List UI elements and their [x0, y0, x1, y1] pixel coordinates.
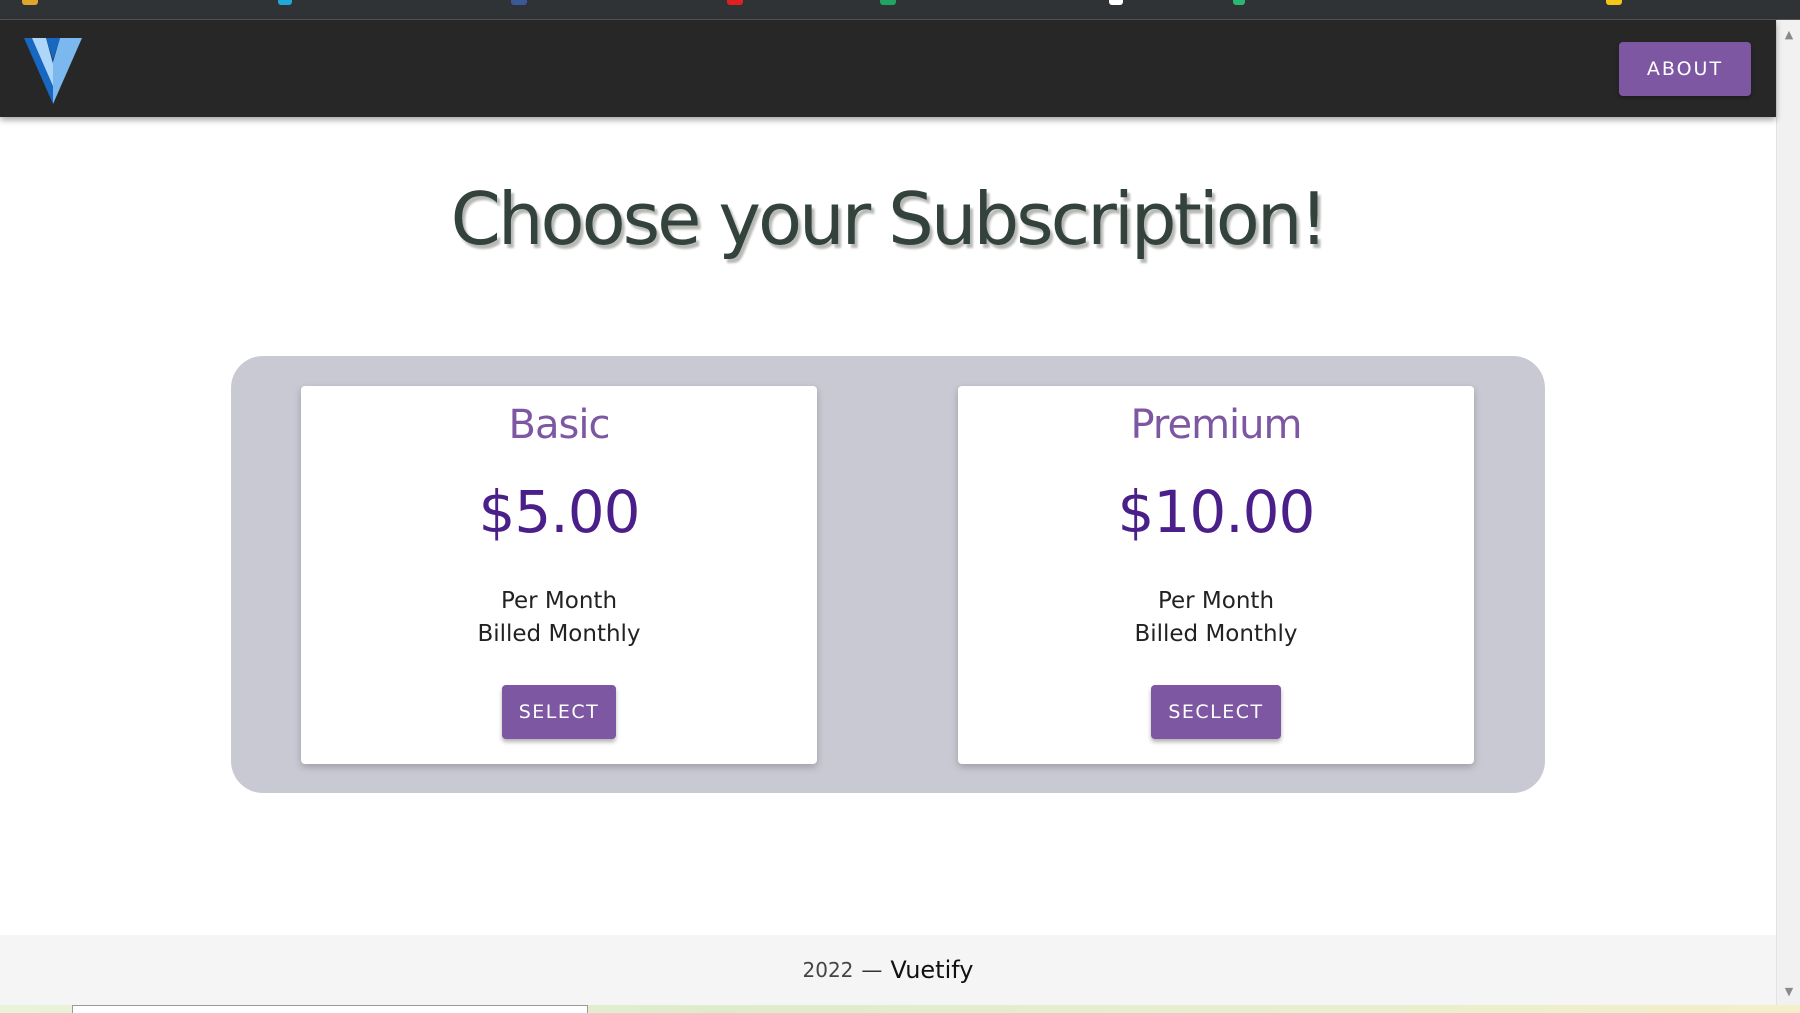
- plan-price: $10.00: [1117, 478, 1316, 546]
- plan-billing: Billed Monthly: [1134, 621, 1298, 647]
- bookmark-icon[interactable]: [1109, 0, 1123, 5]
- browser-bookmarks-bar: [0, 0, 1800, 20]
- plans-panel: Basic $5.00 Per Month Billed Monthly SEL…: [231, 356, 1545, 793]
- select-basic-button[interactable]: SELECT: [502, 685, 616, 739]
- bookmark-icon[interactable]: [1606, 0, 1622, 5]
- bookmark-icon[interactable]: [1233, 0, 1245, 5]
- footer: 2022 — Vuetify: [0, 935, 1776, 1005]
- bookmark-icon[interactable]: [22, 0, 38, 5]
- page-title: Choose your Subscription!: [450, 177, 1329, 261]
- footer-separator: —: [861, 958, 883, 982]
- app-bar: ABOUT: [0, 20, 1776, 117]
- plan-name: Basic: [508, 402, 611, 448]
- footer-brand: Vuetify: [890, 956, 974, 984]
- page-scrollbar[interactable]: ▲ ▼: [1776, 20, 1800, 1005]
- plan-period: Per Month: [500, 588, 618, 614]
- plan-card-premium: Premium $10.00 Per Month Billed Monthly …: [958, 386, 1474, 764]
- plan-card-basic: Basic $5.00 Per Month Billed Monthly SEL…: [301, 386, 817, 764]
- plan-period: Per Month: [1157, 588, 1275, 614]
- plan-price: $5.00: [478, 478, 640, 546]
- plan-name: Premium: [1130, 402, 1303, 448]
- bookmark-icon[interactable]: [278, 0, 292, 5]
- bottom-input-field[interactable]: [72, 1005, 588, 1013]
- scroll-down-arrow-icon[interactable]: ▼: [1777, 979, 1800, 1003]
- plan-billing: Billed Monthly: [477, 621, 641, 647]
- footer-year: 2022: [802, 958, 854, 982]
- scroll-up-arrow-icon[interactable]: ▲: [1777, 22, 1800, 46]
- bookmark-icon[interactable]: [727, 0, 743, 5]
- about-button[interactable]: ABOUT: [1619, 42, 1751, 96]
- vuetify-logo-icon[interactable]: [22, 34, 84, 104]
- select-premium-button[interactable]: SECLECT: [1151, 685, 1281, 739]
- main-content: Choose your Subscription! Basic $5.00 Pe…: [0, 117, 1776, 935]
- bookmark-icon[interactable]: [511, 0, 527, 5]
- bookmark-icon[interactable]: [880, 0, 896, 5]
